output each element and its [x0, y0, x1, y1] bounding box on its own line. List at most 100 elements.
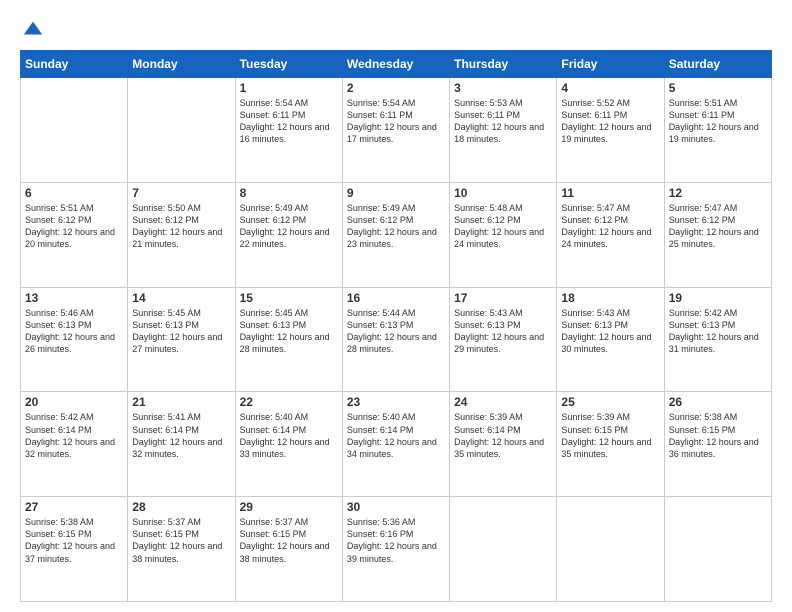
col-header-tuesday: Tuesday: [235, 51, 342, 78]
day-number: 13: [25, 291, 123, 305]
day-number: 18: [561, 291, 659, 305]
calendar-cell: 12 Sunrise: 5:47 AM Sunset: 6:12 PM Dayli…: [664, 182, 771, 287]
calendar-cell: [450, 497, 557, 602]
day-number: 24: [454, 395, 552, 409]
day-info: Sunrise: 5:42 AM Sunset: 6:13 PM Dayligh…: [669, 307, 767, 356]
day-number: 12: [669, 186, 767, 200]
day-info: Sunrise: 5:37 AM Sunset: 6:15 PM Dayligh…: [240, 516, 338, 565]
day-info: Sunrise: 5:51 AM Sunset: 6:11 PM Dayligh…: [669, 97, 767, 146]
day-number: 3: [454, 81, 552, 95]
day-number: 29: [240, 500, 338, 514]
day-info: Sunrise: 5:39 AM Sunset: 6:15 PM Dayligh…: [561, 411, 659, 460]
calendar-cell: 1 Sunrise: 5:54 AM Sunset: 6:11 PM Daylig…: [235, 78, 342, 183]
day-info: Sunrise: 5:46 AM Sunset: 6:13 PM Dayligh…: [25, 307, 123, 356]
day-number: 21: [132, 395, 230, 409]
day-info: Sunrise: 5:41 AM Sunset: 6:14 PM Dayligh…: [132, 411, 230, 460]
day-info: Sunrise: 5:49 AM Sunset: 6:12 PM Dayligh…: [240, 202, 338, 251]
calendar-cell: 17Sunrise: 5:43 AM Sunset: 6:13 PM Dayli…: [450, 287, 557, 392]
logo: [20, 18, 44, 40]
col-header-monday: Monday: [128, 51, 235, 78]
calendar-cell: 16 Sunrise: 5:44 AM Sunset: 6:13 PM Dayli…: [342, 287, 449, 392]
calendar-cell: 3 Sunrise: 5:53 AM Sunset: 6:11 PM Daylig…: [450, 78, 557, 183]
col-header-thursday: Thursday: [450, 51, 557, 78]
calendar-cell: 20 Sunrise: 5:42 AM Sunset: 6:14 PM Dayli…: [21, 392, 128, 497]
day-info: Sunrise: 5:38 AM Sunset: 6:15 PM Dayligh…: [669, 411, 767, 460]
day-info: Sunrise: 5:37 AM Sunset: 6:15 PM Dayligh…: [132, 516, 230, 565]
week-row-1: 6 Sunrise: 5:51 AM Sunset: 6:12 PM Daylig…: [21, 182, 772, 287]
page: SundayMondayTuesdayWednesdayThursdayFrid…: [0, 0, 792, 612]
day-info: Sunrise: 5:47 AM Sunset: 6:12 PM Dayligh…: [561, 202, 659, 251]
day-number: 23: [347, 395, 445, 409]
day-number: 27: [25, 500, 123, 514]
calendar-cell: 10 Sunrise: 5:48 AM Sunset: 6:12 PM Dayli…: [450, 182, 557, 287]
col-header-saturday: Saturday: [664, 51, 771, 78]
day-number: 8: [240, 186, 338, 200]
day-number: 6: [25, 186, 123, 200]
calendar-cell: 22Sunrise: 5:40 AM Sunset: 6:14 PM Dayli…: [235, 392, 342, 497]
col-header-wednesday: Wednesday: [342, 51, 449, 78]
week-row-3: 20 Sunrise: 5:42 AM Sunset: 6:14 PM Dayli…: [21, 392, 772, 497]
week-row-2: 13 Sunrise: 5:46 AM Sunset: 6:13 PM Dayli…: [21, 287, 772, 392]
day-number: 5: [669, 81, 767, 95]
day-number: 14: [132, 291, 230, 305]
calendar-cell: [557, 497, 664, 602]
calendar-cell: 4Sunrise: 5:52 AM Sunset: 6:11 PM Daylig…: [557, 78, 664, 183]
calendar-cell: [21, 78, 128, 183]
calendar-cell: 28 Sunrise: 5:37 AM Sunset: 6:15 PM Dayli…: [128, 497, 235, 602]
calendar-cell: 6 Sunrise: 5:51 AM Sunset: 6:12 PM Daylig…: [21, 182, 128, 287]
day-info: Sunrise: 5:54 AM Sunset: 6:11 PM Dayligh…: [240, 97, 338, 146]
week-row-4: 27 Sunrise: 5:38 AM Sunset: 6:15 PM Dayli…: [21, 497, 772, 602]
calendar-cell: 15Sunrise: 5:45 AM Sunset: 6:13 PM Dayli…: [235, 287, 342, 392]
calendar-table: SundayMondayTuesdayWednesdayThursdayFrid…: [20, 50, 772, 602]
calendar-cell: 30Sunrise: 5:36 AM Sunset: 6:16 PM Dayli…: [342, 497, 449, 602]
col-header-sunday: Sunday: [21, 51, 128, 78]
day-number: 25: [561, 395, 659, 409]
day-info: Sunrise: 5:54 AM Sunset: 6:11 PM Dayligh…: [347, 97, 445, 146]
day-info: Sunrise: 5:44 AM Sunset: 6:13 PM Dayligh…: [347, 307, 445, 356]
calendar-cell: 19 Sunrise: 5:42 AM Sunset: 6:13 PM Dayli…: [664, 287, 771, 392]
day-info: Sunrise: 5:40 AM Sunset: 6:14 PM Dayligh…: [347, 411, 445, 460]
day-number: 22: [240, 395, 338, 409]
day-info: Sunrise: 5:51 AM Sunset: 6:12 PM Dayligh…: [25, 202, 123, 251]
day-number: 20: [25, 395, 123, 409]
day-number: 16: [347, 291, 445, 305]
day-info: Sunrise: 5:39 AM Sunset: 6:14 PM Dayligh…: [454, 411, 552, 460]
calendar-cell: 8 Sunrise: 5:49 AM Sunset: 6:12 PM Daylig…: [235, 182, 342, 287]
week-row-0: 1 Sunrise: 5:54 AM Sunset: 6:11 PM Daylig…: [21, 78, 772, 183]
day-info: Sunrise: 5:48 AM Sunset: 6:12 PM Dayligh…: [454, 202, 552, 251]
calendar-cell: 9 Sunrise: 5:49 AM Sunset: 6:12 PM Daylig…: [342, 182, 449, 287]
day-number: 28: [132, 500, 230, 514]
calendar-cell: 2 Sunrise: 5:54 AM Sunset: 6:11 PM Daylig…: [342, 78, 449, 183]
day-info: Sunrise: 5:45 AM Sunset: 6:13 PM Dayligh…: [132, 307, 230, 356]
day-info: Sunrise: 5:45 AM Sunset: 6:13 PM Dayligh…: [240, 307, 338, 356]
day-number: 17: [454, 291, 552, 305]
col-header-friday: Friday: [557, 51, 664, 78]
day-info: Sunrise: 5:38 AM Sunset: 6:15 PM Dayligh…: [25, 516, 123, 565]
day-number: 2: [347, 81, 445, 95]
calendar-header-row: SundayMondayTuesdayWednesdayThursdayFrid…: [21, 51, 772, 78]
day-number: 19: [669, 291, 767, 305]
day-number: 1: [240, 81, 338, 95]
calendar-cell: 23 Sunrise: 5:40 AM Sunset: 6:14 PM Dayli…: [342, 392, 449, 497]
day-number: 11: [561, 186, 659, 200]
day-info: Sunrise: 5:52 AM Sunset: 6:11 PM Dayligh…: [561, 97, 659, 146]
calendar-cell: 13 Sunrise: 5:46 AM Sunset: 6:13 PM Dayli…: [21, 287, 128, 392]
day-number: 10: [454, 186, 552, 200]
calendar-cell: 29 Sunrise: 5:37 AM Sunset: 6:15 PM Dayli…: [235, 497, 342, 602]
calendar-cell: 27 Sunrise: 5:38 AM Sunset: 6:15 PM Dayli…: [21, 497, 128, 602]
calendar-cell: 5 Sunrise: 5:51 AM Sunset: 6:11 PM Daylig…: [664, 78, 771, 183]
calendar-cell: 24 Sunrise: 5:39 AM Sunset: 6:14 PM Dayli…: [450, 392, 557, 497]
calendar-cell: 18Sunrise: 5:43 AM Sunset: 6:13 PM Dayli…: [557, 287, 664, 392]
day-number: 26: [669, 395, 767, 409]
day-number: 7: [132, 186, 230, 200]
day-info: Sunrise: 5:49 AM Sunset: 6:12 PM Dayligh…: [347, 202, 445, 251]
calendar-cell: 26 Sunrise: 5:38 AM Sunset: 6:15 PM Dayli…: [664, 392, 771, 497]
day-info: Sunrise: 5:50 AM Sunset: 6:12 PM Dayligh…: [132, 202, 230, 251]
day-info: Sunrise: 5:47 AM Sunset: 6:12 PM Dayligh…: [669, 202, 767, 251]
calendar-cell: 21 Sunrise: 5:41 AM Sunset: 6:14 PM Dayli…: [128, 392, 235, 497]
day-number: 9: [347, 186, 445, 200]
logo-icon: [22, 18, 44, 40]
calendar-cell: 25 Sunrise: 5:39 AM Sunset: 6:15 PM Dayli…: [557, 392, 664, 497]
day-info: Sunrise: 5:42 AM Sunset: 6:14 PM Dayligh…: [25, 411, 123, 460]
day-info: Sunrise: 5:53 AM Sunset: 6:11 PM Dayligh…: [454, 97, 552, 146]
